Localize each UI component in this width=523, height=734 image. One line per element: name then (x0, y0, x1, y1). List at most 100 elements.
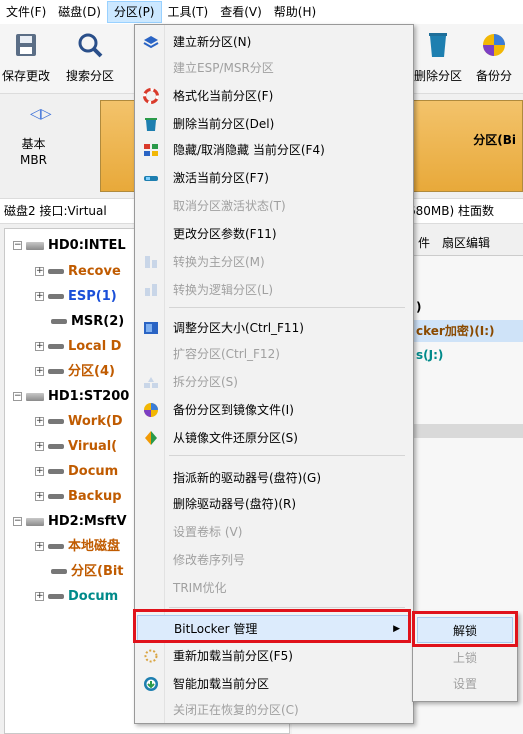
convert-primary-icon (145, 256, 157, 268)
tree-node-part4[interactable]: + 分区(4) (35, 361, 115, 383)
menu-item-backup-image[interactable]: 备份分区到镜像文件(I) (137, 397, 411, 423)
menu-item-smart-load[interactable]: 智能加载当前分区 (137, 671, 411, 697)
tree-label: 本地磁盘 (68, 539, 121, 554)
menu-item-label: 建立新分区(N) (173, 35, 252, 49)
menu-item-split[interactable]: 拆分分区(S) (137, 369, 411, 395)
menu-item-resize[interactable]: 调整分区大小(Ctrl_F11) (137, 315, 411, 341)
partition-row[interactable]: s(J:) (412, 344, 523, 366)
menu-item-label: 更改分区参数(F11) (173, 227, 277, 241)
partition-icon (48, 444, 64, 449)
menu-item-trim[interactable]: TRIM优化 (137, 575, 411, 601)
menu-disk[interactable]: 磁盘(D) (52, 1, 107, 23)
tree-node-hd0[interactable]: − HD0:INTEL (13, 235, 126, 257)
tree-node-recovery[interactable]: + Recove (35, 261, 121, 283)
backup-partition-button[interactable]: 备份分 (476, 28, 512, 84)
chevron-right-icon[interactable]: ▷ (41, 106, 52, 122)
menu-item-label: 隐藏/取消隐藏 当前分区(F4) (173, 143, 325, 157)
tree-node-partition-bitlocker[interactable]: 分区(Bit (47, 561, 124, 583)
menu-item-set-label[interactable]: 设置卷标 (V) (137, 519, 411, 545)
menu-item-expand[interactable]: 扩容分区(Ctrl_F12) (137, 341, 411, 367)
menu-separator (169, 607, 405, 608)
menu-item-change-params[interactable]: 更改分区参数(F11) (137, 221, 411, 247)
menu-help[interactable]: 帮助(H) (268, 1, 322, 23)
menu-item-delete[interactable]: 删除当前分区(Del) (137, 111, 411, 137)
menu-item-hide-unhide[interactable]: 隐藏/取消隐藏 当前分区(F4) (137, 137, 411, 163)
tree-node-docum-2[interactable]: + Docum (35, 586, 118, 608)
menu-item-new-esp-msr[interactable]: 建立ESP/MSR分区 (137, 55, 411, 81)
partition-icon (48, 494, 64, 499)
menu-item-to-logical[interactable]: 转换为逻辑分区(L) (137, 277, 411, 303)
tree-node-virual[interactable]: + Virual( (35, 436, 117, 458)
menu-item-label: 删除驱动器号(盘符)(R) (173, 497, 297, 511)
menu-item-label: 激活当前分区(F7) (173, 171, 269, 185)
menu-item-to-primary[interactable]: 转换为主分区(M) (137, 249, 411, 275)
collapse-icon[interactable]: − (13, 517, 22, 526)
menu-item-assign-letter[interactable]: 指派新的驱动器号(盘符)(G) (137, 465, 411, 491)
disk-type-mbr: MBR (20, 153, 47, 167)
tab-files[interactable]: 件 (418, 234, 430, 251)
menu-item-label: 设置卷标 (V) (173, 525, 243, 539)
menu-item-remove-letter[interactable]: 删除驱动器号(盘符)(R) (137, 491, 411, 517)
expand-icon[interactable]: + (35, 267, 44, 276)
expand-icon[interactable]: + (35, 367, 44, 376)
collapse-icon[interactable]: − (13, 241, 22, 250)
menu-partition[interactable]: 分区(P) (106, 1, 162, 23)
tree-label: Docum (68, 464, 119, 479)
tree-node-work[interactable]: + Work(D (35, 411, 123, 433)
reload-icon (144, 649, 158, 663)
delete-partition-button[interactable]: 删除分区 (414, 28, 462, 84)
tree-node-docum[interactable]: + Docum (35, 461, 118, 483)
details-scrollbar[interactable] (412, 424, 523, 438)
search-partition-button[interactable]: 搜索分区 (66, 28, 114, 84)
save-changes-button[interactable]: 保存更改 (2, 28, 50, 84)
tree-node-esp[interactable]: + ESP(1) (35, 286, 117, 308)
tree-node-local-disk[interactable]: + 本地磁盘 (35, 536, 120, 558)
settings-button[interactable]: 设置 (417, 671, 513, 697)
menu-item-format[interactable]: 格式化当前分区(F) (137, 83, 411, 109)
menu-item-close-recovering[interactable]: 关闭正在恢复的分区(C) (137, 697, 411, 723)
menu-item-deactivate[interactable]: 取消分区激活状态(T) (137, 193, 411, 219)
menu-item-label: 取消分区激活状态(T) (173, 199, 286, 213)
smart-load-icon (144, 677, 158, 691)
collapse-icon[interactable]: − (13, 392, 22, 401)
menu-item-reload[interactable]: 重新加载当前分区(F5) (137, 643, 411, 669)
expand-icon[interactable]: + (35, 492, 44, 501)
menu-item-label: 从镜像文件还原分区(S) (173, 431, 298, 445)
partition-icon (48, 344, 64, 349)
partition-row[interactable]: ) (412, 296, 523, 318)
backup-icon (483, 34, 505, 56)
split-icon (144, 377, 158, 388)
tree-node-local[interactable]: + Local D (35, 336, 121, 358)
expand-icon[interactable]: + (35, 592, 44, 601)
partition-icon (51, 569, 67, 574)
menu-item-label: 修改卷序列号 (173, 553, 246, 567)
partition-icon (48, 269, 64, 274)
tree-node-hd2[interactable]: − HD2:MsftV (13, 511, 127, 533)
menu-file[interactable]: 文件(F) (0, 1, 52, 23)
expand-icon[interactable]: + (35, 342, 44, 351)
partition-icon (48, 544, 64, 549)
disk-interface-info: 磁盘2 接口:Virtual (4, 204, 107, 218)
tree-node-msr[interactable]: MSR(2) (47, 311, 124, 333)
lock-button[interactable]: 上锁 (417, 645, 513, 671)
menu-tools[interactable]: 工具(T) (162, 1, 215, 23)
menu-item-change-serial[interactable]: 修改卷序列号 (137, 547, 411, 573)
tree-node-hd1[interactable]: − HD1:ST200 (13, 386, 129, 408)
disk-nav-arrows[interactable]: ◁▷ (30, 106, 52, 122)
partition-row-selected[interactable]: cker加密)(I:) (412, 320, 523, 342)
expand-icon[interactable]: + (35, 292, 44, 301)
tree-node-backup[interactable]: + Backup (35, 486, 122, 508)
expand-icon[interactable]: + (35, 417, 44, 426)
tree-label: Work(D (68, 414, 123, 429)
tab-sector-editor[interactable]: 扇区编辑 (442, 234, 490, 251)
menu-view[interactable]: 查看(V) (214, 1, 268, 23)
partition-icon (48, 594, 64, 599)
partition-icon (48, 294, 64, 299)
expand-icon[interactable]: + (35, 542, 44, 551)
menu-item-activate[interactable]: 激活当前分区(F7) (137, 165, 411, 191)
expand-icon[interactable]: + (35, 442, 44, 451)
expand-icon[interactable]: + (35, 467, 44, 476)
chevron-left-icon[interactable]: ◁ (30, 106, 41, 122)
menu-item-restore-image[interactable]: 从镜像文件还原分区(S) (137, 425, 411, 451)
menu-item-new-partition[interactable]: 建立新分区(N) (137, 29, 411, 55)
